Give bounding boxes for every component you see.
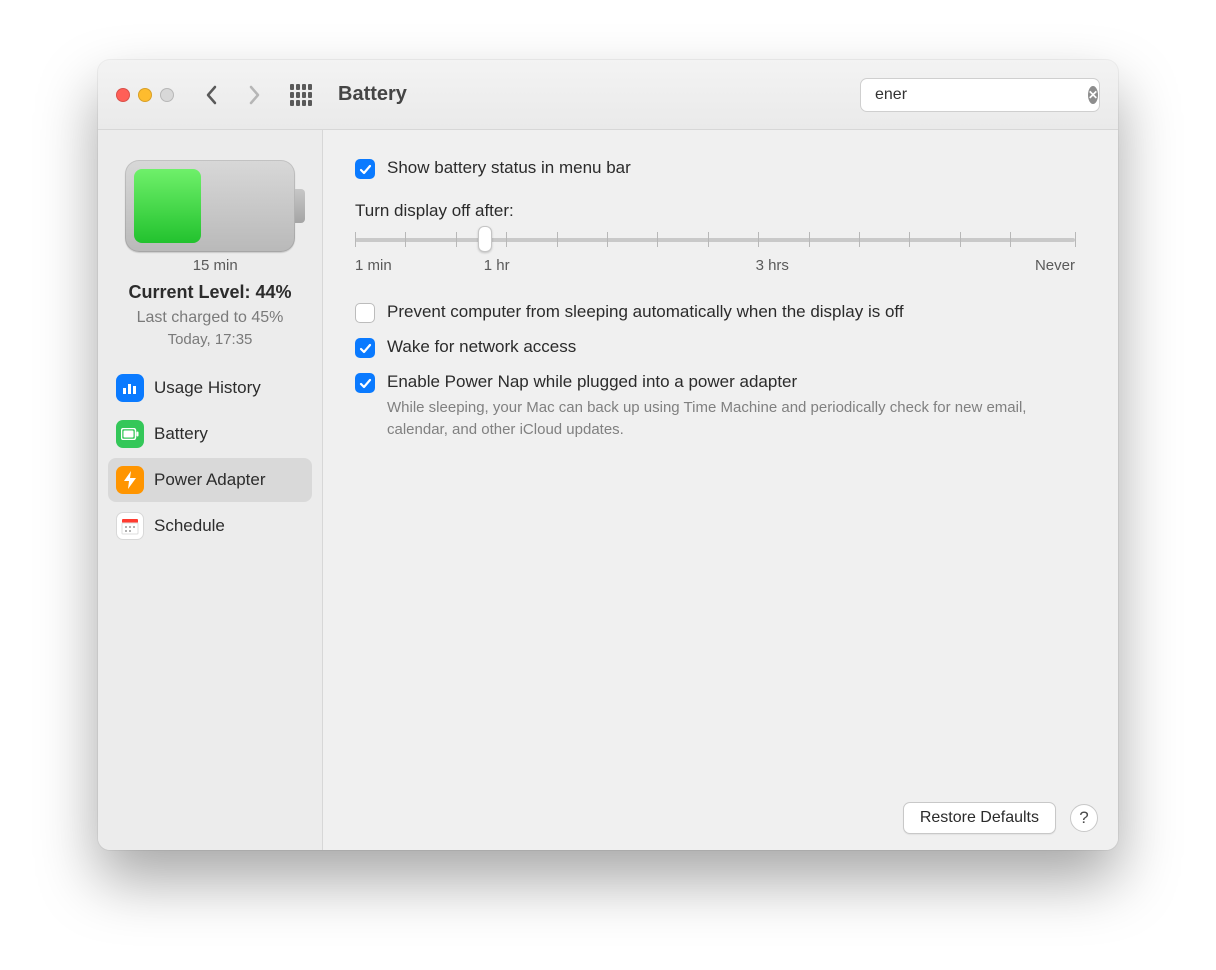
bolt-icon bbox=[116, 466, 144, 494]
show-status-checkbox[interactable] bbox=[355, 159, 375, 179]
sidebar-item-label: Power Adapter bbox=[154, 470, 266, 490]
restore-defaults-button[interactable]: Restore Defaults bbox=[903, 802, 1056, 834]
footer: Restore Defaults ? bbox=[903, 802, 1098, 834]
last-charged-label: Last charged to 45% bbox=[137, 309, 284, 327]
show-all-icon[interactable] bbox=[290, 84, 312, 106]
forward-button bbox=[240, 77, 268, 113]
prevent-sleep-row: Prevent computer from sleeping automatic… bbox=[355, 302, 1086, 323]
power-nap-description: While sleeping, your Mac can back up usi… bbox=[387, 397, 1067, 441]
sidebar-nav: Usage History Battery Power Adapter bbox=[98, 348, 322, 566]
page-title: Battery bbox=[338, 83, 407, 106]
sidebar-item-label: Battery bbox=[154, 424, 208, 444]
prevent-sleep-label: Prevent computer from sleeping automatic… bbox=[387, 302, 904, 322]
help-button[interactable]: ? bbox=[1070, 804, 1098, 832]
show-status-label: Show battery status in menu bar bbox=[387, 158, 631, 178]
titlebar: Battery ✕ bbox=[98, 60, 1118, 130]
show-status-row: Show battery status in menu bar bbox=[355, 158, 1086, 179]
wake-network-checkbox[interactable] bbox=[355, 338, 375, 358]
preferences-window: Battery ✕ Current Level: 44% Last charge… bbox=[98, 60, 1118, 850]
power-nap-row: Enable Power Nap while plugged into a po… bbox=[355, 372, 1086, 441]
display-off-section: Turn display off after: bbox=[355, 201, 1075, 274]
sidebar-item-label: Usage History bbox=[154, 378, 261, 398]
last-charged-time: Today, 17:35 bbox=[168, 331, 253, 348]
sidebar-item-power-adapter[interactable]: Power Adapter bbox=[108, 458, 312, 502]
sidebar-item-label: Schedule bbox=[154, 516, 225, 536]
prevent-sleep-checkbox[interactable] bbox=[355, 303, 375, 323]
turn-display-off-label: Turn display off after: bbox=[355, 201, 1075, 221]
search-input[interactable] bbox=[875, 86, 1082, 104]
zoom-window-button bbox=[160, 88, 174, 102]
minimize-window-button[interactable] bbox=[138, 88, 152, 102]
current-level-label: Current Level: 44% bbox=[128, 282, 291, 303]
slider-thumb[interactable] bbox=[478, 226, 492, 252]
power-nap-checkbox[interactable] bbox=[355, 373, 375, 393]
battery-level-graphic bbox=[125, 160, 295, 252]
power-nap-label: Enable Power Nap while plugged into a po… bbox=[387, 372, 797, 392]
sidebar-item-battery[interactable]: Battery bbox=[108, 412, 312, 456]
sidebar-item-usage-history[interactable]: Usage History bbox=[108, 366, 312, 410]
main-panel: Show battery status in menu bar Turn dis… bbox=[323, 130, 1118, 850]
calendar-icon bbox=[116, 512, 144, 540]
battery-icon bbox=[116, 420, 144, 448]
display-off-slider[interactable] bbox=[355, 229, 1075, 251]
wake-network-row: Wake for network access bbox=[355, 337, 1086, 358]
sidebar: Current Level: 44% Last charged to 45% T… bbox=[98, 130, 323, 850]
wake-network-label: Wake for network access bbox=[387, 337, 576, 357]
clear-search-icon[interactable]: ✕ bbox=[1088, 86, 1098, 104]
sidebar-item-schedule[interactable]: Schedule bbox=[108, 504, 312, 548]
close-window-button[interactable] bbox=[116, 88, 130, 102]
chart-icon bbox=[116, 374, 144, 402]
window-controls bbox=[116, 88, 174, 102]
search-field[interactable]: ✕ bbox=[860, 78, 1100, 112]
back-button[interactable] bbox=[198, 77, 226, 113]
slider-tick-labels: 1 min 15 min 1 hr 3 hrs Never bbox=[355, 257, 1075, 274]
